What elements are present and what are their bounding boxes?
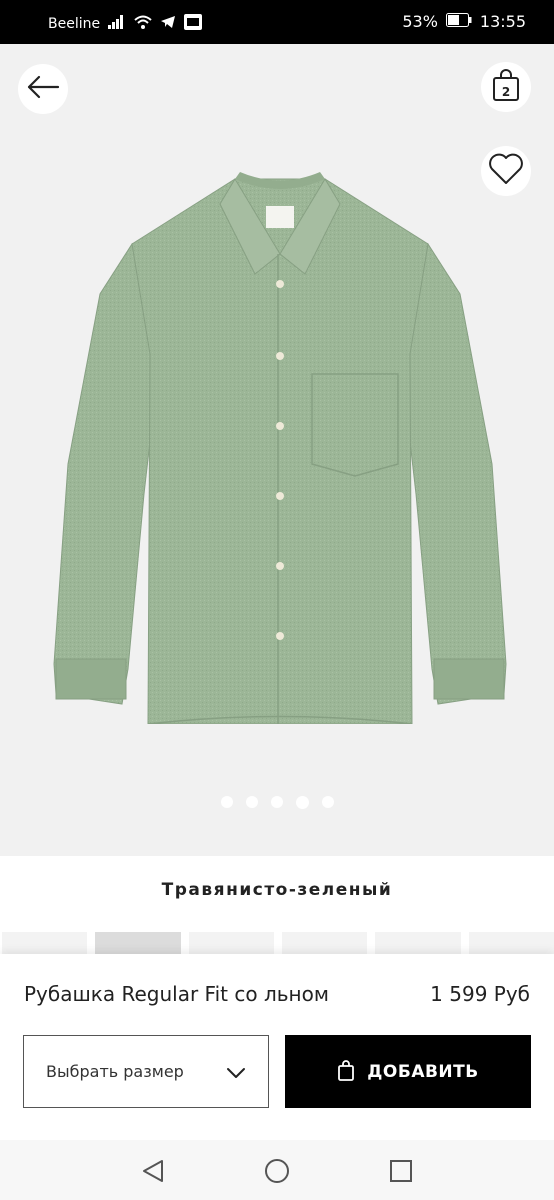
gallery-dot[interactable]: [245, 796, 258, 808]
product-price: 1 599 Руб: [430, 982, 530, 1006]
wifi-icon: [134, 15, 152, 33]
system-nav-bar: [0, 1140, 554, 1200]
size-select[interactable]: Выбрать размер: [23, 1035, 269, 1108]
shopping-bag-icon: [337, 1059, 355, 1085]
add-to-bag-label: ДОБАВИТЬ: [367, 1061, 479, 1082]
color-name: Травянисто-зеленый: [161, 880, 393, 900]
arrow-left-icon: [26, 75, 60, 103]
bag-count-badge: 2: [501, 85, 511, 99]
status-bar: Beeline 53% 13:55: [0, 0, 554, 44]
gallery-pagination: [0, 796, 554, 809]
size-select-label: Выбрать размер: [46, 1062, 184, 1081]
battery-percent: 53%: [402, 12, 438, 31]
add-to-bag-button[interactable]: ДОБАВИТЬ: [285, 1035, 531, 1108]
color-swatch[interactable]: [468, 932, 554, 954]
purchase-panel: Рубашка Regular Fit со льном 1 599 Руб В…: [0, 954, 554, 1140]
status-right: 53% 13:55: [402, 12, 526, 31]
bag-button[interactable]: 2: [481, 62, 531, 112]
product-image: [53, 172, 507, 724]
favorite-button[interactable]: [481, 146, 531, 196]
signal-icon: [108, 15, 126, 33]
heart-icon: [488, 153, 524, 189]
chevron-down-icon: [226, 1064, 246, 1083]
clock: 13:55: [479, 12, 526, 31]
color-swatch[interactable]: [188, 932, 274, 954]
color-swatches: [0, 932, 554, 954]
telegram-icon: [160, 15, 176, 33]
carrier-label: Beeline: [48, 16, 101, 32]
notification-app-icon: [184, 14, 203, 34]
gallery-dot[interactable]: [220, 796, 233, 808]
gallery-dot-active[interactable]: [295, 796, 309, 809]
color-swatch-selected[interactable]: [95, 932, 181, 954]
triangle-back-icon[interactable]: [140, 1158, 166, 1188]
product-title: Рубашка Regular Fit со льном: [24, 982, 329, 1006]
product-gallery[interactable]: 2: [0, 44, 554, 856]
circle-home-icon[interactable]: [264, 1158, 290, 1188]
gallery-dot[interactable]: [321, 796, 334, 808]
square-recent-icon[interactable]: [388, 1158, 414, 1188]
battery-icon: [445, 12, 472, 31]
color-swatch[interactable]: [375, 932, 461, 954]
color-swatch[interactable]: [281, 932, 368, 954]
status-left: Beeline: [48, 14, 203, 34]
back-button[interactable]: [18, 64, 68, 114]
gallery-dot[interactable]: [270, 796, 283, 808]
color-swatch[interactable]: [2, 932, 88, 954]
